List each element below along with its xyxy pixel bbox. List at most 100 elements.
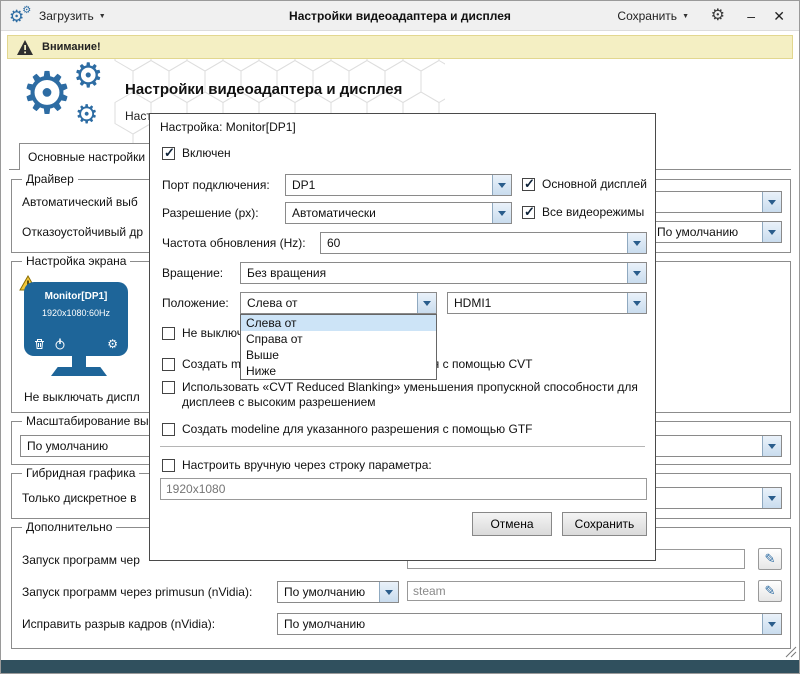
save-button[interactable]: Сохранить [562, 512, 647, 536]
dropdown-option[interactable]: Ниже [241, 363, 436, 379]
relative-display-select[interactable]: HDMI1 [447, 292, 647, 314]
checkbox[interactable] [162, 358, 175, 371]
rotation-label: Вращение: [162, 266, 223, 280]
failsafe-driver-label: Отказоустойчивый др [22, 225, 143, 239]
manual-label: Настроить вручную через строку параметра… [182, 458, 432, 473]
monitor-base [51, 367, 107, 376]
port-select[interactable]: DP1 [285, 174, 512, 196]
dropdown-option[interactable]: Слева от [241, 315, 436, 331]
chevron-down-icon [762, 488, 781, 508]
rotation-value: Без вращения [247, 266, 624, 280]
page-subtitle: Наст [125, 109, 152, 123]
load-menu-button[interactable]: Загрузить ▼ [39, 1, 106, 31]
edit-primusrun-button[interactable]: ✎ [758, 580, 782, 602]
app-icon: ⚙ ⚙ [9, 1, 31, 31]
manual-parameter-input[interactable] [160, 478, 647, 500]
chevron-down-icon [379, 582, 398, 602]
checkbox[interactable] [162, 381, 175, 394]
gtf-checkbox-row[interactable]: Создать modeline для указанного разрешен… [162, 422, 533, 437]
settings-button[interactable]: ⚙ [711, 1, 725, 31]
gears-icon: ⚙ [21, 65, 73, 123]
refresh-value: 60 [327, 236, 624, 250]
hybrid-group-label: Гибридная графика [22, 466, 139, 480]
auto-driver-label: Автоматический выб [22, 195, 138, 209]
monitor-stand [72, 356, 86, 367]
gear-icon[interactable]: ⚙ [107, 338, 118, 350]
app-window: ⚙ ⚙ Загрузить ▼ Настройки видеоадаптера … [0, 0, 800, 674]
position-label: Положение: [162, 296, 229, 310]
primusrun-combo-value: По умолчанию [284, 585, 376, 599]
keep-on-checkbox-row[interactable]: Не выключ [162, 326, 243, 341]
refresh-select[interactable]: 60 [320, 232, 647, 254]
driver-group-label: Драйвер [22, 172, 78, 186]
dropdown-option[interactable]: Справа от [241, 331, 436, 347]
chevron-down-icon [627, 293, 646, 313]
gear-icon: ⚙ [22, 6, 31, 16]
tearing-fix-select[interactable]: По умолчанию [277, 613, 782, 635]
failsafe-driver-value: По умолчанию [657, 225, 759, 239]
tearing-fix-value: По умолчанию [284, 617, 759, 631]
rotation-select[interactable]: Без вращения [240, 262, 647, 284]
manual-checkbox-row[interactable]: Настроить вручную через строку параметра… [162, 458, 432, 473]
gear-icon: ⚙ [711, 8, 725, 24]
chevron-down-icon: ▼ [99, 13, 106, 20]
failsafe-driver-select[interactable]: По умолчанию [650, 221, 782, 243]
relative-display-value: HDMI1 [454, 296, 624, 310]
dialog-separator [160, 446, 645, 447]
primary-display-checkbox-row[interactable]: Основной дисплей [522, 177, 647, 192]
port-label: Порт подключения: [162, 178, 270, 192]
all-modes-checkbox-row[interactable]: Все видеорежимы [522, 205, 644, 220]
dropdown-option[interactable]: Выше [241, 347, 436, 363]
checkbox[interactable] [522, 178, 535, 191]
titlebar: ⚙ ⚙ Загрузить ▼ Настройки видеоадаптера … [1, 1, 799, 31]
chevron-down-icon [627, 263, 646, 283]
checkbox[interactable] [162, 327, 175, 340]
monitor-name: Monitor[DP1] [24, 291, 128, 302]
keep-display-on-note: Не выключать диспл [24, 390, 140, 404]
enabled-label: Включен [182, 146, 231, 161]
warning-banner: Внимание! [7, 35, 793, 59]
keep-on-label: Не выключ [182, 326, 243, 341]
primusrun-label: Запуск программ через primusun (nVidia): [22, 585, 252, 599]
minimize-button[interactable]: – [747, 1, 755, 31]
monitor-mode: 1920x1080:60Hz [24, 308, 128, 318]
checkbox[interactable] [162, 459, 175, 472]
monitor-preview[interactable]: Monitor[DP1] 1920x1080:60Hz ⚙ [24, 282, 134, 376]
enabled-checkbox-row[interactable]: Включен [162, 146, 231, 161]
power-icon[interactable] [54, 338, 66, 350]
chevron-down-icon [627, 233, 646, 253]
cancel-button[interactable]: Отмена [472, 512, 552, 536]
position-value: Слева от [247, 296, 414, 310]
resolution-value: Автоматически [292, 206, 489, 220]
chevron-down-icon [762, 192, 781, 212]
close-button[interactable]: ✕ [773, 1, 785, 31]
chevron-down-icon [492, 175, 511, 195]
chevron-down-icon [492, 203, 511, 223]
gtf-label: Создать modeline для указанного разрешен… [182, 422, 533, 437]
tab-main-settings[interactable]: Основные настройки [19, 143, 154, 170]
screen-group-label: Настройка экрана [22, 254, 130, 268]
cvt-rb-checkbox-row[interactable]: Использовать «CVT Reduced Blanking» умен… [162, 380, 642, 410]
tab-label: Основные настройки [28, 150, 145, 164]
cvt-rb-label: Использовать «CVT Reduced Blanking» умен… [182, 380, 642, 410]
scaling-group-label: Масштабирование вы [22, 414, 153, 428]
primusrun-select[interactable]: По умолчанию [277, 581, 399, 603]
monitor-settings-dialog: Настройка: Monitor[DP1] Включен Порт под… [149, 113, 656, 561]
resolution-select[interactable]: Автоматически [285, 202, 512, 224]
checkbox[interactable] [522, 206, 535, 219]
run-program-label: Запуск программ чер [22, 553, 140, 567]
position-select[interactable]: Слева от [240, 292, 437, 314]
primusrun-program-field[interactable] [407, 581, 745, 601]
minimize-icon: – [747, 8, 755, 24]
save-menu-button[interactable]: Сохранить ▼ [617, 1, 689, 31]
dialog-title: Настройка: Monitor[DP1] [160, 120, 296, 134]
checkbox[interactable] [162, 423, 175, 436]
edit-run-program-button[interactable]: ✎ [758, 548, 782, 570]
save-menu-label: Сохранить [617, 9, 677, 23]
page-title: Настройки видеоадаптера и дисплея [125, 81, 402, 98]
monitor-screen: Monitor[DP1] 1920x1080:60Hz ⚙ [24, 282, 128, 356]
resize-grip[interactable] [784, 645, 797, 658]
pencil-icon: ✎ [765, 551, 776, 567]
checkbox[interactable] [162, 147, 175, 160]
trash-icon[interactable] [34, 338, 45, 350]
